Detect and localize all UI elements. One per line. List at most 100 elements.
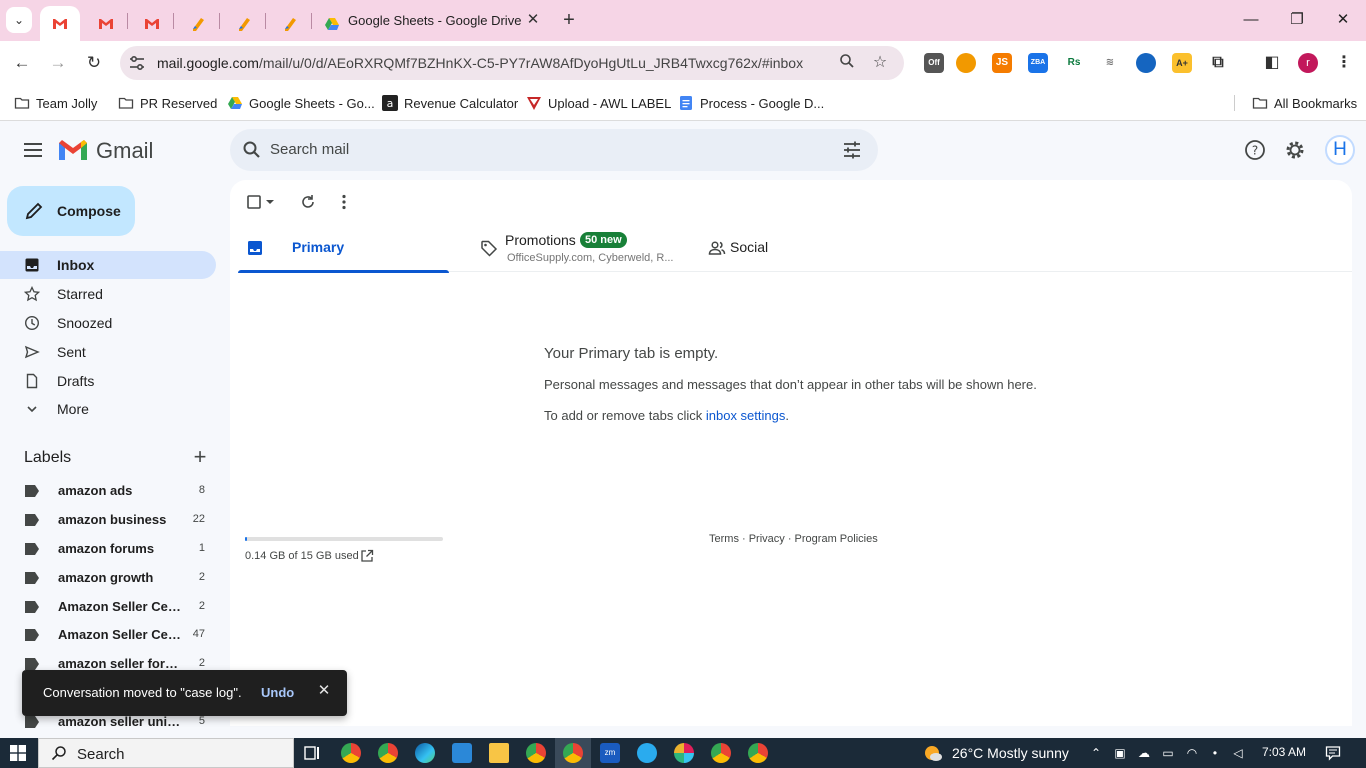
bookmark-upload-awl-label[interactable]: Upload - AWL LABEL <box>526 92 671 114</box>
new-tab-button[interactable]: + <box>558 9 580 31</box>
tab-app-2[interactable] <box>230 6 258 41</box>
bookmark-pr-reserved[interactable]: PR Reserved <box>118 92 217 114</box>
extension-circle-icon[interactable] <box>956 53 976 73</box>
store-icon[interactable] <box>452 743 472 763</box>
label-item[interactable]: amazon growth 2 <box>0 566 216 590</box>
task-view-icon[interactable] <box>302 743 322 763</box>
restore-button[interactable]: ❐ <box>1284 8 1310 32</box>
device-icon[interactable]: ▣ <box>1112 745 1128 761</box>
bookmark-revenue-calculator[interactable]: a Revenue Calculator <box>382 92 518 114</box>
chrome-icon[interactable] <box>341 743 361 763</box>
extensions-puzzle-icon[interactable]: ⧉ <box>1208 53 1228 73</box>
sidebar-item-more[interactable]: More <box>0 395 216 423</box>
chrome-icon[interactable] <box>563 743 583 763</box>
telegram-icon[interactable] <box>637 743 657 763</box>
undo-button[interactable]: Undo <box>261 685 294 700</box>
sidebar-item-inbox[interactable]: Inbox <box>0 251 216 279</box>
browser-menu-icon[interactable]: ⋮ <box>1334 53 1354 73</box>
battery-icon[interactable]: ▭ <box>1160 745 1176 761</box>
gmail-logo-icon[interactable] <box>57 138 89 162</box>
all-bookmarks-button[interactable]: All Bookmarks <box>1252 92 1357 114</box>
label-item[interactable]: amazon ads 8 <box>0 479 216 503</box>
account-avatar[interactable]: H <box>1325 135 1355 165</box>
settings-gear-icon[interactable] <box>1284 139 1306 161</box>
tab-primary[interactable]: Primary <box>238 224 449 273</box>
help-icon[interactable]: ? <box>1244 139 1266 161</box>
close-window-button[interactable]: ✕ <box>1330 8 1356 32</box>
side-panel-icon[interactable]: ◧ <box>1262 53 1282 73</box>
taskbar-search[interactable]: Search <box>38 738 294 768</box>
footer-links[interactable]: Terms · Privacy · Program Policies <box>709 533 878 545</box>
select-checkbox-icon[interactable] <box>245 192 265 212</box>
extension-off-icon[interactable]: Off <box>924 53 944 73</box>
extension-globe-icon[interactable] <box>1136 53 1156 73</box>
tab-promotions[interactable]: Promotions 50 new OfficeSupply.com, Cybe… <box>472 224 684 272</box>
bookmark-star-button[interactable]: ☆ <box>870 53 890 73</box>
search-options-icon[interactable] <box>842 140 862 160</box>
sidebar-item-sent[interactable]: Sent <box>0 338 216 366</box>
bookmark-team-jolly[interactable]: Team Jolly <box>14 92 97 114</box>
microphone-icon[interactable]: • <box>1207 745 1223 761</box>
chrome-icon[interactable] <box>526 743 546 763</box>
show-hidden-icons-icon[interactable]: ⌃ <box>1088 745 1104 761</box>
back-button[interactable]: ← <box>10 51 34 75</box>
sidebar-item-snoozed[interactable]: Snoozed <box>0 309 216 337</box>
minimize-button[interactable]: — <box>1238 8 1264 32</box>
bookmarks-bar: Team Jolly PR Reserved Google Sheets - G… <box>0 85 1366 121</box>
volume-icon[interactable]: ◁ <box>1230 745 1246 761</box>
weather-text[interactable]: 26°C Mostly sunny <box>952 745 1069 761</box>
windows-start-icon[interactable] <box>10 745 26 761</box>
forward-button[interactable]: → <box>46 51 70 75</box>
main-menu-icon[interactable] <box>22 140 44 160</box>
file-explorer-icon[interactable] <box>489 743 509 763</box>
weather-sunny-icon[interactable] <box>922 743 944 763</box>
search-input[interactable]: Search mail <box>270 141 349 158</box>
bookmark-google-sheets[interactable]: Google Sheets - Go... <box>227 92 375 114</box>
label-item[interactable]: amazon forums 1 <box>0 537 216 561</box>
reload-button[interactable]: ↻ <box>82 51 106 75</box>
onedrive-cloud-icon[interactable]: ☁ <box>1136 745 1152 761</box>
tab-gmail-2[interactable] <box>92 6 120 41</box>
extension-rs-icon[interactable]: Rs <box>1064 53 1084 73</box>
select-dropdown-icon[interactable] <box>264 192 276 212</box>
label-item[interactable]: Amazon Seller Central 2 <box>0 595 216 619</box>
notification-center-icon[interactable] <box>1325 745 1341 761</box>
extension-zba-icon[interactable]: ZBA <box>1028 53 1048 73</box>
snackbar-close-button[interactable]: ✕ <box>316 683 332 699</box>
zoom-button[interactable] <box>837 53 857 73</box>
chrome-icon[interactable] <box>711 743 731 763</box>
profile-avatar[interactable]: r <box>1298 53 1318 73</box>
tab-app-3[interactable] <box>276 6 304 41</box>
sidebar-item-starred[interactable]: Starred <box>0 280 216 308</box>
chrome-icon[interactable] <box>378 743 398 763</box>
search-mail-bar[interactable]: Search mail <box>230 129 878 171</box>
tab-gmail-3[interactable] <box>138 6 166 41</box>
extension-js-icon[interactable]: JS <box>992 53 1012 73</box>
create-label-button[interactable]: + <box>190 446 210 468</box>
address-bar[interactable]: mail.google.com/mail/u/0/d/AEoRXRQMf7BZH… <box>120 46 904 80</box>
extension-tools-icon[interactable]: A+ <box>1172 53 1192 73</box>
compose-button[interactable]: Compose <box>7 186 135 236</box>
tab-gmail-active[interactable] <box>40 6 80 41</box>
zoom-app-icon[interactable]: zm <box>600 743 620 763</box>
bookmark-process-doc[interactable]: Process - Google D... <box>678 92 824 114</box>
refresh-icon[interactable] <box>298 192 318 212</box>
tab-search-button[interactable]: ⌄ <box>6 7 32 33</box>
tab-social[interactable]: Social <box>700 224 912 272</box>
inbox-category-tabs: Primary Promotions 50 new OfficeSupply.c… <box>238 224 1352 273</box>
taskbar-clock[interactable]: 7:03 AM <box>1262 745 1306 759</box>
extension-wave-icon[interactable]: ≋ <box>1100 53 1120 73</box>
more-options-icon[interactable] <box>334 192 354 212</box>
search-icon[interactable] <box>242 140 262 160</box>
open-external-icon[interactable] <box>360 549 374 563</box>
label-item[interactable]: Amazon Seller Central 47 <box>0 623 216 647</box>
wifi-icon[interactable]: ◠ <box>1184 745 1200 761</box>
tab-close-button[interactable]: ✕ <box>524 10 542 30</box>
slack-icon[interactable] <box>674 743 694 763</box>
tab-app-1[interactable] <box>184 6 212 41</box>
inbox-settings-link[interactable]: inbox settings <box>706 408 786 423</box>
label-item[interactable]: amazon business 22 <box>0 508 216 532</box>
sidebar-item-drafts[interactable]: Drafts <box>0 367 216 395</box>
chrome-icon[interactable] <box>748 743 768 763</box>
edge-icon[interactable] <box>415 743 435 763</box>
